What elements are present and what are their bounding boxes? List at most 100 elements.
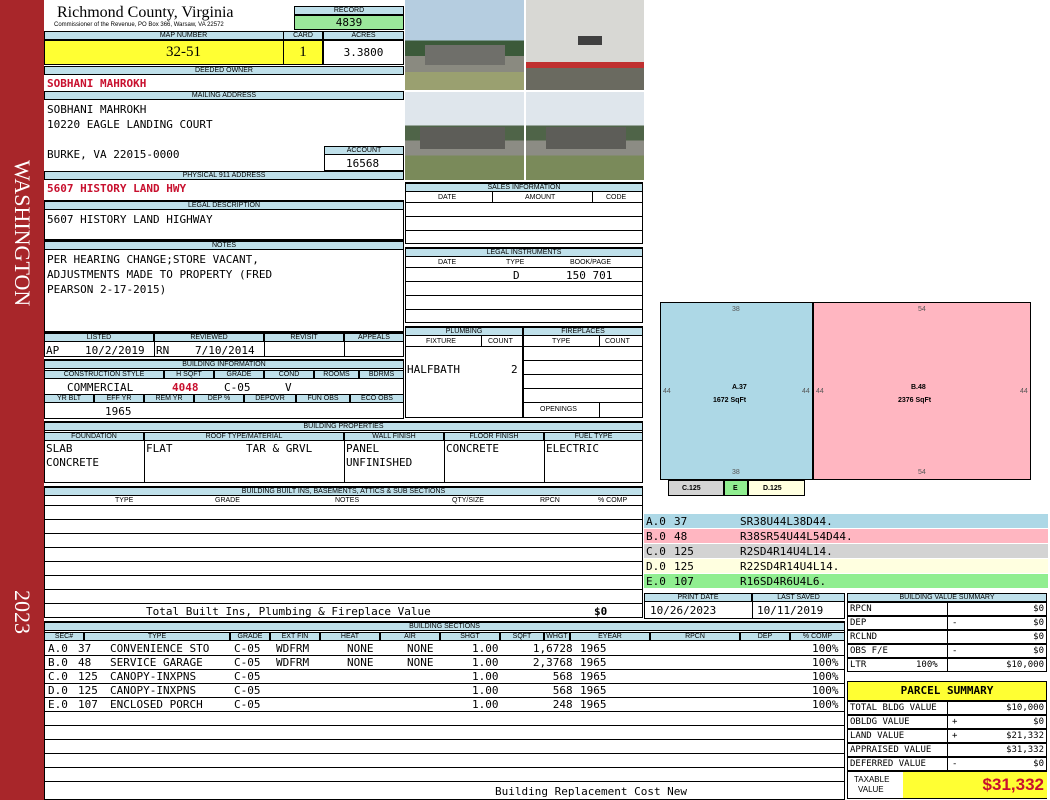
section-cell-sec: D.0 bbox=[48, 684, 68, 697]
sketch-section-c: C.125 bbox=[668, 480, 724, 496]
yrblt-header: YR BLT bbox=[44, 394, 94, 403]
card-number: 1 bbox=[283, 40, 323, 65]
section-col-header: GRADE bbox=[230, 632, 270, 641]
floor-header: FLOOR FINISH bbox=[444, 432, 544, 441]
sketch-b-left-dim: 44 bbox=[816, 388, 824, 395]
reviewed-header: REVIEWED bbox=[154, 333, 264, 342]
sketch-e-label: E bbox=[733, 485, 738, 492]
section-cell-whgt: 8 bbox=[566, 656, 573, 669]
reviewed-by: RN bbox=[156, 344, 170, 357]
mailing-line-3: BURKE, VA 22015-0000 bbox=[47, 148, 180, 161]
section-cell-sec: C.0 bbox=[48, 670, 68, 683]
sketch-section-a: A.37 1672 SqFt 38 38 44 44 bbox=[660, 302, 813, 480]
section-cell-whgt: 8 bbox=[566, 670, 573, 683]
section-cell-sqft: 24 bbox=[552, 698, 566, 711]
appeals-header: APPEALS bbox=[344, 333, 404, 342]
section-cell-whgt: 8 bbox=[566, 698, 573, 711]
wall-header: WALL FINISH bbox=[344, 432, 444, 441]
section-col-header: WHGT bbox=[544, 632, 570, 641]
builtins-total-label: Total Built Ins, Plumbing & Fireplace Va… bbox=[146, 605, 431, 618]
builtins-header: BUILDING BUILT INS, BASEMENTS, ATTICS & … bbox=[44, 487, 643, 496]
construction-style: COMMERCIAL bbox=[67, 381, 134, 394]
county-title: Richmond County, Virginia bbox=[57, 4, 234, 21]
section-cell-comp: 100% bbox=[812, 698, 839, 711]
taxable-value: $31,332 bbox=[903, 772, 1047, 798]
section-cell-code: 107 bbox=[78, 698, 98, 711]
sketch-a-right-dim: 44 bbox=[802, 388, 810, 395]
parcel-obldg-sign: + bbox=[952, 717, 958, 727]
reviewed-date: 7/10/2014 bbox=[195, 344, 255, 357]
section-cell-sec: B.0 bbox=[48, 656, 68, 669]
builtins-qty-header: QTY/SIZE bbox=[452, 497, 484, 504]
roof-type: FLAT bbox=[146, 442, 173, 455]
fixture-type: HALFBATH bbox=[407, 363, 460, 376]
sketch-vector-row: C.0 125 R2SD4R14U4L14. bbox=[644, 544, 1048, 558]
section-cell-shgt: 1.00 bbox=[472, 656, 499, 669]
revisit-header: REVISIT bbox=[264, 333, 344, 342]
vector-sec: A.0 bbox=[646, 515, 666, 528]
vector-vec: R22SD4R14U4L14. bbox=[740, 560, 840, 573]
commissioner-address: Commissioner of the Revenue, PO Box 366,… bbox=[54, 22, 224, 28]
sketch-a-bottom-dim: 38 bbox=[732, 469, 740, 476]
vector-code: 107 bbox=[674, 575, 694, 588]
builtins-type-header: TYPE bbox=[115, 497, 134, 504]
bvs-rpcn-value: $0 bbox=[1033, 604, 1044, 614]
building-sections-header: BUILDING SECTIONS bbox=[44, 622, 845, 631]
record-header: RECORD bbox=[294, 6, 404, 15]
section-cell-air: NONE bbox=[407, 656, 434, 669]
wall-finish-1: PANEL bbox=[346, 442, 380, 455]
section-cell-ext: WDFRM bbox=[276, 656, 310, 669]
parcel-deferred-sign: - bbox=[952, 759, 958, 769]
section-cell-sec: E.0 bbox=[48, 698, 68, 711]
physical-address-header: PHYSICAL 911 ADDRESS bbox=[44, 171, 404, 180]
bvs-ltr-percent: 100% bbox=[916, 660, 938, 670]
section-cell-eyear: 1965 bbox=[580, 656, 607, 669]
rooms-header: ROOMS bbox=[314, 370, 359, 379]
section-col-header: RPCN bbox=[650, 632, 740, 641]
effective-year: 1965 bbox=[105, 405, 132, 418]
roof-material: TAR & GRVL bbox=[246, 442, 313, 455]
account-box bbox=[324, 146, 404, 171]
bvs-dep-label: DEP bbox=[850, 618, 867, 628]
foundation-1: SLAB bbox=[46, 442, 73, 455]
section-cell-grade: C-05 bbox=[234, 670, 261, 683]
fireplaces-header: FIREPLACES bbox=[523, 327, 643, 336]
sketch-vector-row: B.0 48 R38SR54U44L54D44. bbox=[644, 529, 1048, 543]
vector-code: 125 bbox=[674, 545, 694, 558]
sketch-b-bottom-dim: 54 bbox=[918, 469, 926, 476]
bvs-ltr-value: $10,000 bbox=[1006, 660, 1044, 670]
builtins-rpcn-header: RPCN bbox=[540, 497, 560, 504]
property-photo-3 bbox=[405, 92, 524, 180]
bvs-dep-sign: - bbox=[952, 618, 958, 628]
sales-header: SALES INFORMATION bbox=[405, 183, 643, 192]
cond-header: COND bbox=[264, 370, 314, 379]
section-col-header: EXT FIN bbox=[270, 632, 320, 641]
roof-header: ROOF TYPE/MATERIAL bbox=[144, 432, 344, 441]
tax-year: 2023 bbox=[10, 590, 35, 634]
sketch-b-right-dim: 44 bbox=[1020, 388, 1028, 395]
parcel-obldg-label: OBLDG VALUE bbox=[850, 717, 910, 727]
builtins-notes-header: NOTES bbox=[335, 497, 360, 504]
section-cell-code: 37 bbox=[78, 642, 92, 655]
parcel-land-value: $21,332 bbox=[1006, 731, 1044, 741]
map-number-header: MAP NUMBER bbox=[44, 31, 323, 40]
sketch-a-top-dim: 38 bbox=[732, 306, 740, 313]
vector-vec: R2SD4R14U4L14. bbox=[740, 545, 833, 558]
mailing-address-header: MAILING ADDRESS bbox=[44, 91, 404, 100]
parcel-bldg-label: TOTAL BLDG VALUE bbox=[850, 703, 937, 713]
sales-amount-header: AMOUNT bbox=[525, 194, 556, 201]
card-header: CARD bbox=[283, 31, 323, 40]
bvs-rclnd-value: $0 bbox=[1033, 632, 1044, 642]
section-cell-shgt: 1.00 bbox=[472, 670, 499, 683]
ecoobs-header: ECO OBS bbox=[350, 394, 404, 403]
deeded-owner: SOBHANI MAHROKH bbox=[47, 77, 147, 90]
side-bar: WASHINGTON 2023 bbox=[0, 0, 44, 800]
taxable-label-2: VALUE bbox=[858, 785, 884, 794]
section-cell-shgt: 1.00 bbox=[472, 698, 499, 711]
plumb-count-header: COUNT bbox=[488, 338, 513, 345]
sketch-b-label: B.48 bbox=[911, 384, 926, 391]
instr-type-header: TYPE bbox=[506, 259, 525, 266]
deeded-owner-header: DEEDED OWNER bbox=[44, 66, 404, 75]
section-cell-eyear: 1965 bbox=[580, 698, 607, 711]
vector-code: 48 bbox=[674, 530, 688, 543]
